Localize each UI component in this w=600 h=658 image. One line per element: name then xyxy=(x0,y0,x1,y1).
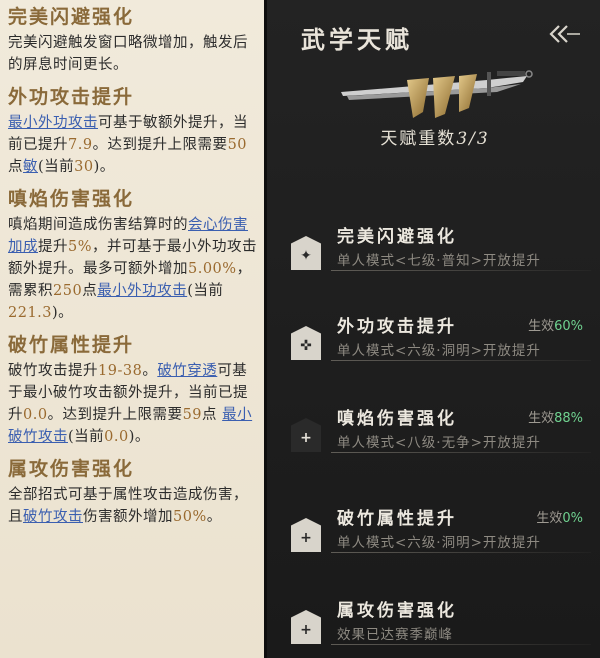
body-text: )。 xyxy=(52,305,74,321)
body-text: (当前 xyxy=(38,159,75,175)
effect-percent: 88% xyxy=(554,411,583,426)
keyword-link[interactable]: 敏 xyxy=(23,159,38,175)
talent-mode: 单人模式<六级·洞明>开放提升 xyxy=(337,535,541,551)
talent-effect: 生效60% xyxy=(528,315,583,334)
keyword-link[interactable]: 破竹穿透 xyxy=(157,363,217,379)
divider xyxy=(331,360,591,361)
panel-title: 武学天赋 xyxy=(301,25,413,54)
value-text: 50% xyxy=(173,509,207,525)
body-text: 。 xyxy=(142,363,158,379)
talent-glyph: + xyxy=(300,530,312,546)
body-text: 。达到提升上限需要 xyxy=(92,137,228,153)
section-body: 最小外功攻击可基于敏额外提升，当前已提升7.9。达到提升上限需要50点敏(当前3… xyxy=(8,112,260,178)
dodge-icon: ✦ xyxy=(291,236,321,270)
body-text: 嗔焰期间造成伤害结算时的 xyxy=(8,217,188,233)
effect-label: 生效 xyxy=(528,411,555,426)
value-text: 30 xyxy=(74,159,94,175)
section-body: 全部招式可基于属性攻击造成伤害，且破竹攻击伤害额外增加50%。 xyxy=(8,484,260,528)
talent-glyph: + xyxy=(300,430,312,446)
talent-row[interactable]: ✜ 外功攻击提升 生效60% 单人模式<六级·洞明>开放提升 xyxy=(291,312,591,382)
value-text: 5.00% xyxy=(188,261,237,277)
effect-label: 生效 xyxy=(536,511,563,526)
body-text: 点 xyxy=(82,283,98,299)
talent-effect: 生效88% xyxy=(528,407,583,426)
value-text: 50 xyxy=(227,137,248,153)
body-text: )。 xyxy=(128,429,150,445)
keyword-link[interactable]: 最小外功攻击 xyxy=(97,283,187,299)
talent-count-label: 天赋重数 xyxy=(380,129,457,149)
talent-row[interactable]: + 破竹属性提升 生效0% 单人模式<六级·洞明>开放提升 xyxy=(291,504,591,574)
talent-row[interactable]: + 属攻伤害强化效果已达赛季巅峰 xyxy=(291,596,591,658)
keyword-link[interactable]: 最小外功攻击 xyxy=(8,115,98,131)
divider xyxy=(331,270,591,271)
body-text: 提升 xyxy=(38,239,68,255)
body-text: 完美闪避触发窗口略微增加，触发后的屏息时间更长。 xyxy=(8,35,248,73)
talent-effect: 生效0% xyxy=(536,507,583,526)
talent-name: 破竹属性提升 xyxy=(337,509,457,529)
body-text: 点 xyxy=(8,159,23,175)
divider xyxy=(331,644,591,645)
talent-name: 属攻伤害强化 xyxy=(337,601,457,621)
talent-count-value: 3/3 xyxy=(456,129,490,149)
body-text: )。 xyxy=(93,159,115,175)
section-body: 破竹攻击提升19-38。破竹穿透可基于最小破竹攻击额外提升，当前已提升0.0。达… xyxy=(8,360,260,448)
value-text: 250 xyxy=(53,283,83,299)
body-text: 点 xyxy=(202,407,223,423)
talent-name: 外功攻击提升 xyxy=(337,317,457,337)
effect-percent: 0% xyxy=(562,511,583,526)
section-title: 破竹属性提升 xyxy=(8,334,135,356)
divider xyxy=(331,552,591,553)
body-text: 破竹攻击提升 xyxy=(8,363,98,379)
value-text: 221.3 xyxy=(8,305,53,321)
value-text: 7.9 xyxy=(68,137,93,153)
effect-percent: 60% xyxy=(554,319,583,334)
talent-row[interactable]: ✦ 完美闪避强化单人模式<七级·普知>开放提升 xyxy=(291,222,591,292)
section-title: 外功攻击提升 xyxy=(8,86,135,108)
talent-name: 嗔焰伤害强化 xyxy=(337,409,457,429)
talent-description-panel: 完美闪避强化完美闪避触发窗口略微增加，触发后的屏息时间更长。外功攻击提升最小外功… xyxy=(0,0,264,658)
value-text: 19-38 xyxy=(98,363,143,379)
body-text: 。 xyxy=(206,509,222,525)
talent-mode: 单人模式<七级·普知>开放提升 xyxy=(337,253,541,269)
bamboo-icon: + xyxy=(291,518,321,552)
talent-count: 天赋重数3/3 xyxy=(267,124,600,149)
section-title: 完美闪避强化 xyxy=(8,6,135,28)
body-text: (当前 xyxy=(187,283,224,299)
element-icon: + xyxy=(291,610,321,644)
talent-row[interactable]: + 嗔焰伤害强化 生效88% 单人模式<八级·无争>开放提升 xyxy=(291,404,591,474)
talent-name: 完美闪避强化 xyxy=(337,227,457,247)
talent-panel: 武学天赋 天赋重数3/3 ✦ 完美闪避强化单人模式<七级·普知>开放提升 ✜ 外功攻击… xyxy=(264,0,600,658)
flame-icon: + xyxy=(291,418,321,452)
double-chevron-left-icon[interactable] xyxy=(547,24,581,44)
talent-mode: 单人模式<八级·无争>开放提升 xyxy=(337,435,541,451)
body-text: (当前 xyxy=(68,429,105,445)
attack-icon: ✜ xyxy=(291,326,321,360)
talent-glyph: + xyxy=(300,622,312,638)
section-title: 嗔焰伤害强化 xyxy=(8,188,135,210)
value-text: 0.0 xyxy=(23,407,48,423)
value-text: 5% xyxy=(68,239,93,255)
keyword-link[interactable]: 破竹攻击 xyxy=(23,509,83,525)
effect-label: 生效 xyxy=(528,319,555,334)
body-text: 伤害额外增加 xyxy=(83,509,173,525)
talent-glyph: ✜ xyxy=(300,338,312,354)
section-body: 完美闪避触发窗口略微增加，触发后的屏息时间更长。 xyxy=(8,32,260,76)
talent-mode: 效果已达赛季巅峰 xyxy=(337,627,453,643)
section-body: 嗔焰期间造成伤害结算时的会心伤害加成提升5%，并可基于最小外功攻击额外提升。最多… xyxy=(8,214,260,324)
weapon-emblem-icon xyxy=(341,70,533,118)
value-text: 59 xyxy=(182,407,203,423)
value-text: 0.0 xyxy=(104,429,129,445)
section-title: 属攻伤害强化 xyxy=(8,458,135,480)
talent-mode: 单人模式<六级·洞明>开放提升 xyxy=(337,343,541,359)
divider xyxy=(331,452,591,453)
talent-glyph: ✦ xyxy=(300,248,312,264)
body-text: 。达到提升上限需要 xyxy=(47,407,183,423)
